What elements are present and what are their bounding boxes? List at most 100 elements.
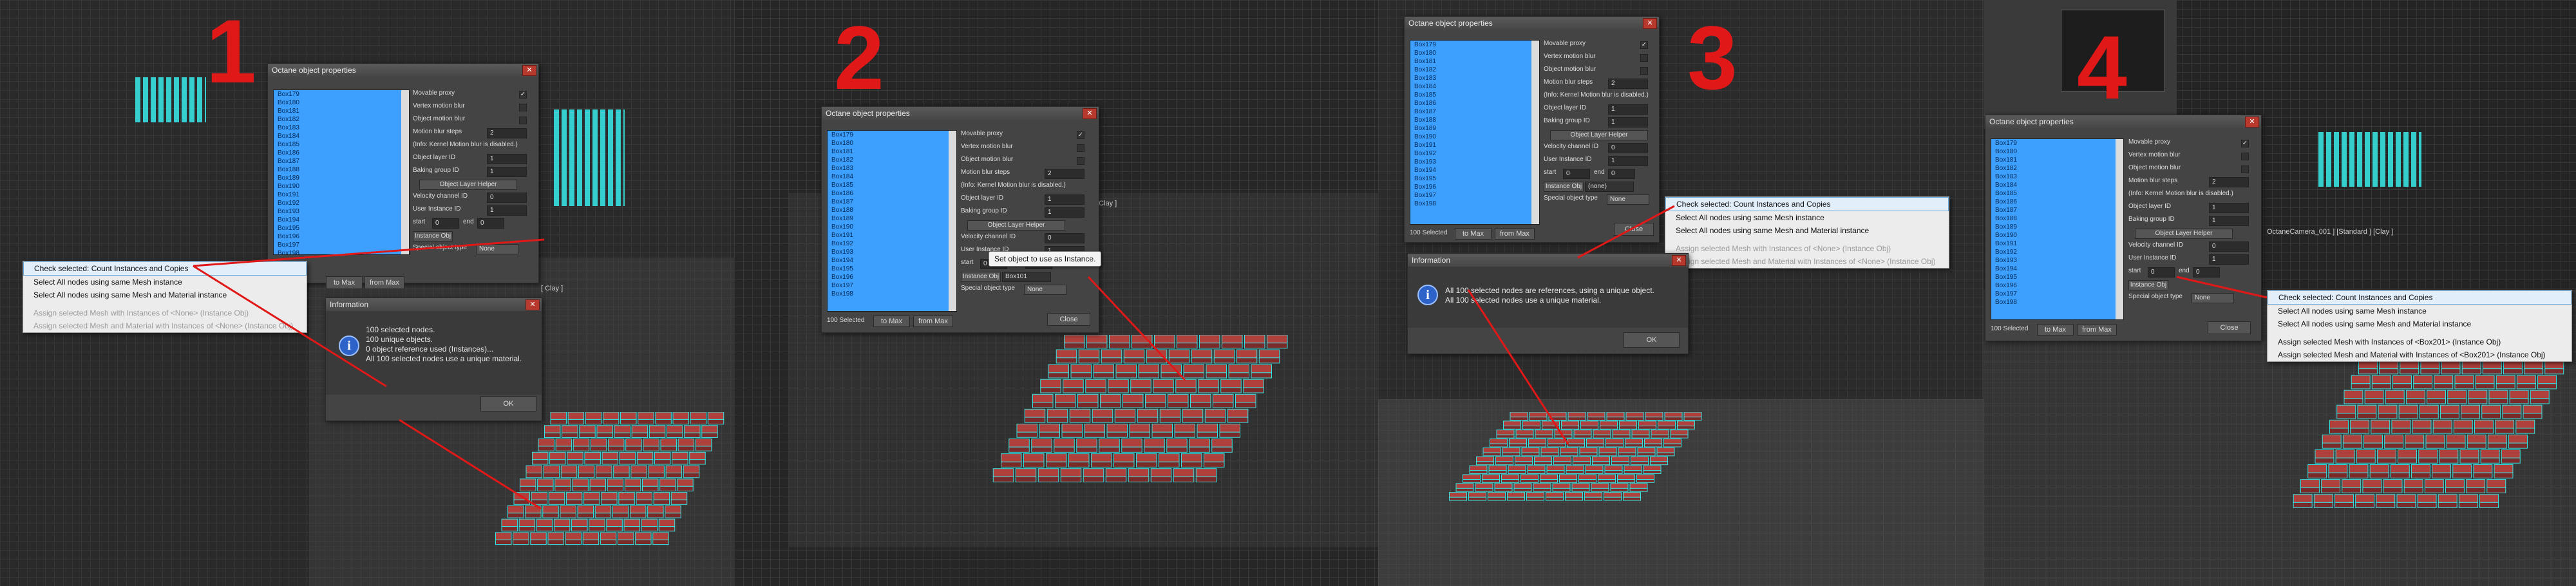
list-item[interactable]: Box193 (1991, 256, 2123, 265)
list-scrollbar[interactable] (401, 90, 409, 254)
velocity-channel-id-spinner[interactable]: 0 (1045, 233, 1084, 243)
list-item[interactable]: Box190 (274, 182, 409, 191)
motion-blur-steps-spinner[interactable]: 2 (1608, 79, 1648, 89)
movable-proxy-checkbox[interactable]: ✓ (1077, 131, 1084, 139)
close-icon[interactable]: ✕ (2245, 117, 2259, 128)
close-button[interactable]: Close (2208, 321, 2251, 334)
object-layer-helper-button[interactable]: Object Layer Helper (419, 180, 517, 190)
start-spinner[interactable]: 0 (2148, 267, 2175, 278)
instance-obj-field[interactable]: Box101 (1002, 272, 1051, 282)
object-layer-id-spinner[interactable]: 1 (2209, 203, 2249, 213)
object-motion-blur-checkbox[interactable] (519, 117, 527, 124)
object-layer-id-spinner[interactable]: 1 (487, 154, 527, 164)
list-scrollbar[interactable] (1531, 41, 1539, 224)
list-item[interactable]: Box189 (1410, 124, 1539, 133)
close-icon[interactable]: ✕ (522, 65, 536, 76)
end-spinner[interactable]: 0 (477, 218, 504, 229)
menu-item[interactable]: Select All nodes using same Mesh and Mat… (23, 288, 307, 301)
close-icon[interactable]: ✕ (1672, 255, 1686, 266)
list-scrollbar[interactable] (949, 131, 956, 311)
list-item[interactable]: Box185 (1991, 189, 2123, 198)
baking-group-id-spinner[interactable]: 1 (1045, 207, 1084, 218)
list-item[interactable]: Box194 (1991, 265, 2123, 273)
list-item[interactable]: Box194 (274, 216, 409, 224)
list-item[interactable]: Box184 (1410, 82, 1539, 91)
list-item[interactable]: Box196 (1410, 183, 1539, 191)
to-max-button[interactable]: to Max (326, 276, 363, 289)
vertex-motion-blur-checkbox[interactable] (2241, 153, 2249, 160)
list-item[interactable]: Box184 (1991, 181, 2123, 189)
node-list[interactable]: Box179 Box180 Box181 Box182 Box183 Box184 Box1… (1991, 138, 2124, 320)
list-item[interactable]: Box191 (274, 191, 409, 199)
list-item[interactable]: Box182 (1991, 164, 2123, 173)
instance-obj-button[interactable]: Instance Obj (1544, 182, 1584, 192)
list-item[interactable]: Box184 (274, 132, 409, 140)
list-item[interactable]: Box181 (1410, 57, 1539, 66)
baking-group-id-spinner[interactable]: 1 (2209, 216, 2249, 226)
list-item[interactable]: Box191 (828, 231, 956, 240)
vertex-motion-blur-checkbox[interactable] (1640, 54, 1648, 62)
list-item[interactable]: Box193 (274, 207, 409, 216)
list-item[interactable]: Box185 (828, 181, 956, 189)
special-object-type-select[interactable]: None (2192, 293, 2234, 303)
end-spinner[interactable]: 0 (2193, 267, 2220, 278)
list-item[interactable]: Box196 (828, 273, 956, 281)
list-item[interactable]: Box183 (828, 164, 956, 173)
object-motion-blur-checkbox[interactable] (2241, 165, 2249, 173)
list-item[interactable]: Box189 (274, 174, 409, 182)
movable-proxy-checkbox[interactable]: ✓ (2241, 140, 2249, 147)
list-item[interactable]: Box179 (1991, 139, 2123, 147)
special-object-type-select[interactable]: None (1024, 285, 1066, 295)
close-button[interactable]: Close (1047, 313, 1090, 326)
menu-item[interactable]: Check selected: Count Instances and Copi… (1665, 197, 1949, 211)
object-layer-helper-button[interactable]: Object Layer Helper (967, 220, 1065, 231)
menu-item[interactable]: Select All nodes using same Mesh instanc… (2268, 305, 2571, 317)
list-item[interactable]: Box192 (1991, 248, 2123, 256)
list-item[interactable]: Box193 (828, 248, 956, 256)
list-item[interactable]: Box188 (1991, 214, 2123, 223)
list-item[interactable]: Box192 (274, 199, 409, 207)
velocity-channel-id-spinner[interactable]: 0 (1608, 143, 1648, 153)
motion-blur-steps-spinner[interactable]: 2 (487, 128, 527, 138)
list-item[interactable]: Box186 (1991, 198, 2123, 206)
list-item[interactable]: Box191 (1991, 240, 2123, 248)
list-item[interactable]: Box179 (1410, 41, 1539, 49)
list-item[interactable]: Box181 (828, 147, 956, 156)
list-item[interactable]: Box197 (1410, 191, 1539, 200)
end-spinner[interactable]: 0 (1608, 169, 1635, 179)
velocity-channel-id-spinner[interactable]: 0 (487, 193, 527, 203)
list-item[interactable]: Box188 (1410, 116, 1539, 124)
object-motion-blur-checkbox[interactable] (1640, 67, 1648, 75)
list-item[interactable]: Box181 (1991, 156, 2123, 164)
special-object-type-select[interactable]: None (1607, 194, 1649, 205)
user-instance-id-spinner[interactable]: 1 (487, 205, 527, 216)
list-item[interactable]: Box182 (274, 115, 409, 124)
list-item[interactable]: Box190 (1410, 133, 1539, 141)
menu-item[interactable]: Select All nodes using same Mesh and Mat… (2268, 317, 2571, 330)
list-item[interactable]: Box192 (1410, 149, 1539, 158)
menu-item[interactable]: Assign selected Mesh with Instances of <… (2268, 336, 2571, 348)
list-item[interactable]: Box190 (828, 223, 956, 231)
list-item[interactable]: Box198 (1410, 200, 1539, 208)
list-item[interactable]: Box198 (828, 290, 956, 298)
movable-proxy-checkbox[interactable]: ✓ (1640, 41, 1648, 49)
user-instance-id-spinner[interactable]: 1 (1608, 156, 1648, 166)
list-item[interactable]: Box180 (828, 139, 956, 147)
to-max-button[interactable]: to Max (873, 316, 910, 327)
close-icon[interactable]: ✕ (526, 299, 540, 310)
to-max-button[interactable]: to Max (1455, 228, 1492, 240)
list-item[interactable]: Box189 (828, 214, 956, 223)
list-item[interactable]: Box181 (274, 107, 409, 115)
menu-item[interactable]: Select All nodes using same Mesh instanc… (1665, 211, 1949, 224)
list-item[interactable]: Box187 (274, 157, 409, 165)
user-instance-id-spinner[interactable]: 1 (2209, 254, 2249, 265)
list-item[interactable]: Box186 (274, 149, 409, 157)
start-spinner[interactable]: 0 (432, 218, 459, 229)
list-item[interactable]: Box196 (1991, 281, 2123, 290)
list-item[interactable]: Box183 (1410, 74, 1539, 82)
list-item[interactable]: Box180 (1991, 147, 2123, 156)
list-scrollbar[interactable] (2116, 139, 2123, 319)
object-layer-helper-button[interactable]: Object Layer Helper (1550, 130, 1648, 140)
list-item[interactable]: Box183 (274, 124, 409, 132)
instance-obj-button[interactable]: Instance Obj (961, 272, 1001, 282)
